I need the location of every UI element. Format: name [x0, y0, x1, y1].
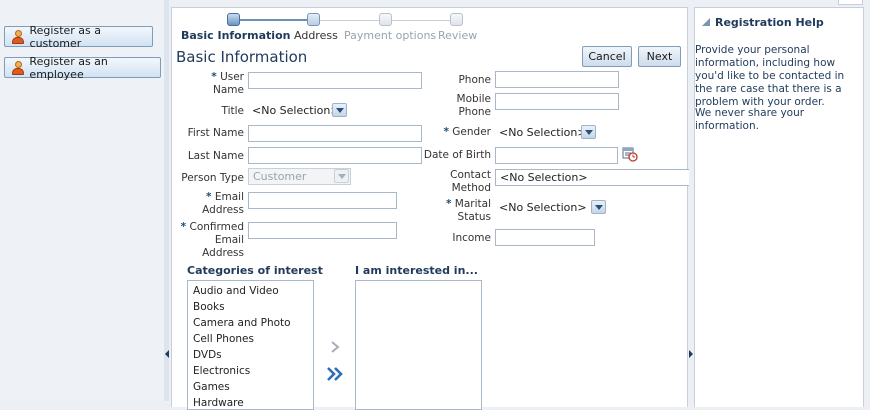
- page-title: Basic Information: [176, 48, 308, 66]
- income-label: Income: [452, 232, 491, 244]
- main-panel: Basic Information Address Payment option…: [171, 7, 689, 410]
- first-name-input[interactable]: [248, 125, 422, 142]
- train-stop-review: [450, 13, 463, 26]
- train-label-address[interactable]: Address: [294, 29, 338, 42]
- train-label-payment: Payment options: [344, 29, 437, 42]
- list-item[interactable]: Books: [193, 301, 225, 313]
- confirmed-email-input[interactable]: [248, 222, 397, 239]
- mobile-phone-input[interactable]: [495, 93, 619, 110]
- gender-select[interactable]: <No Selection>: [495, 124, 598, 142]
- required-marker: *: [211, 71, 217, 83]
- list-item[interactable]: Games: [193, 381, 230, 393]
- income-input[interactable]: [495, 229, 595, 246]
- marital-status-label: * Marital Status: [445, 198, 491, 223]
- confirmed-email-label: * Confirmed Email Address: [180, 221, 244, 259]
- collapse-right-icon[interactable]: [689, 350, 693, 358]
- last-name-input[interactable]: [248, 147, 422, 164]
- marital-status-select[interactable]: <No Selection>: [495, 199, 608, 217]
- help-paragraph: Provide your personal information, inclu…: [695, 44, 845, 108]
- date-of-birth-label: Date of Birth: [423, 149, 491, 161]
- categories-list[interactable]: Audio and Video Books Camera and Photo C…: [187, 280, 314, 410]
- person-icon: [11, 29, 25, 45]
- user-name-label: * User Name: [211, 71, 244, 96]
- register-customer-label: Register as a customer: [29, 23, 102, 50]
- person-type-select: Customer: [248, 168, 351, 186]
- user-name-input[interactable]: [248, 72, 422, 89]
- left-panel: Register as a customer Register as an em…: [0, 0, 167, 401]
- register-customer-button[interactable]: Register as a customer: [4, 23, 153, 50]
- chevron-down-icon[interactable]: [581, 125, 596, 139]
- last-name-label: Last Name: [187, 150, 244, 162]
- register-employee-label: Register as an employee: [29, 54, 108, 81]
- train-stop-payment: [379, 13, 392, 26]
- chevron-down-icon[interactable]: [591, 200, 606, 214]
- list-item[interactable]: DVDs: [193, 349, 222, 361]
- move-all-icon[interactable]: [326, 366, 344, 382]
- train-connector: [320, 20, 386, 21]
- interested-list[interactable]: [355, 280, 482, 410]
- email-input[interactable]: [248, 192, 397, 209]
- first-name-label: First Name: [187, 127, 244, 139]
- train-connector: [392, 20, 457, 21]
- help-title: Registration Help: [715, 16, 824, 29]
- collapse-left-icon[interactable]: [165, 350, 169, 358]
- register-employee-button[interactable]: Register as an employee: [4, 54, 161, 81]
- next-button[interactable]: Next: [638, 46, 681, 67]
- phone-input[interactable]: [495, 71, 619, 88]
- gender-label: * Gender: [443, 126, 491, 138]
- left-splitter[interactable]: [164, 0, 169, 401]
- interested-heading: I am interested in...: [355, 264, 478, 277]
- mobile-phone-label: Mobile Phone: [456, 93, 491, 118]
- list-item[interactable]: Hardware: [193, 397, 244, 409]
- cancel-button[interactable]: Cancel: [582, 46, 632, 67]
- collapse-help-icon[interactable]: [701, 17, 711, 27]
- chevron-down-icon[interactable]: [332, 103, 347, 117]
- calendar-icon[interactable]: [622, 146, 638, 162]
- list-item[interactable]: Cell Phones: [193, 333, 254, 345]
- phone-label: Phone: [458, 74, 491, 86]
- chevron-down-icon: [334, 169, 349, 183]
- train-stop-address[interactable]: [307, 13, 320, 26]
- list-item[interactable]: Audio and Video: [193, 285, 279, 297]
- list-item[interactable]: Camera and Photo: [193, 317, 291, 329]
- train-connector: [239, 19, 309, 21]
- window-corner: [838, 0, 863, 5]
- date-of-birth-input[interactable]: [495, 147, 618, 164]
- train-stop-basic-info[interactable]: [227, 13, 240, 26]
- contact-method-select[interactable]: <No Selection>: [495, 169, 689, 186]
- email-label: * Email Address: [202, 191, 244, 216]
- categories-scrollbar[interactable]: [313, 281, 314, 410]
- title-select[interactable]: <No Selection>: [248, 102, 348, 120]
- contact-method-label: Contact Method: [450, 169, 491, 194]
- help-paragraph: We never share your information.: [695, 107, 805, 132]
- title-label: Title: [221, 105, 244, 117]
- train-label-basic-info[interactable]: Basic Information: [181, 29, 290, 42]
- list-item[interactable]: Electronics: [193, 365, 250, 377]
- move-icon[interactable]: [328, 340, 342, 354]
- categories-heading: Categories of interest: [187, 264, 323, 277]
- train-label-review: Review: [438, 29, 478, 42]
- person-icon: [11, 60, 24, 76]
- person-type-label: Person Type: [181, 172, 244, 184]
- help-panel: Registration Help Provide your personal …: [694, 7, 864, 407]
